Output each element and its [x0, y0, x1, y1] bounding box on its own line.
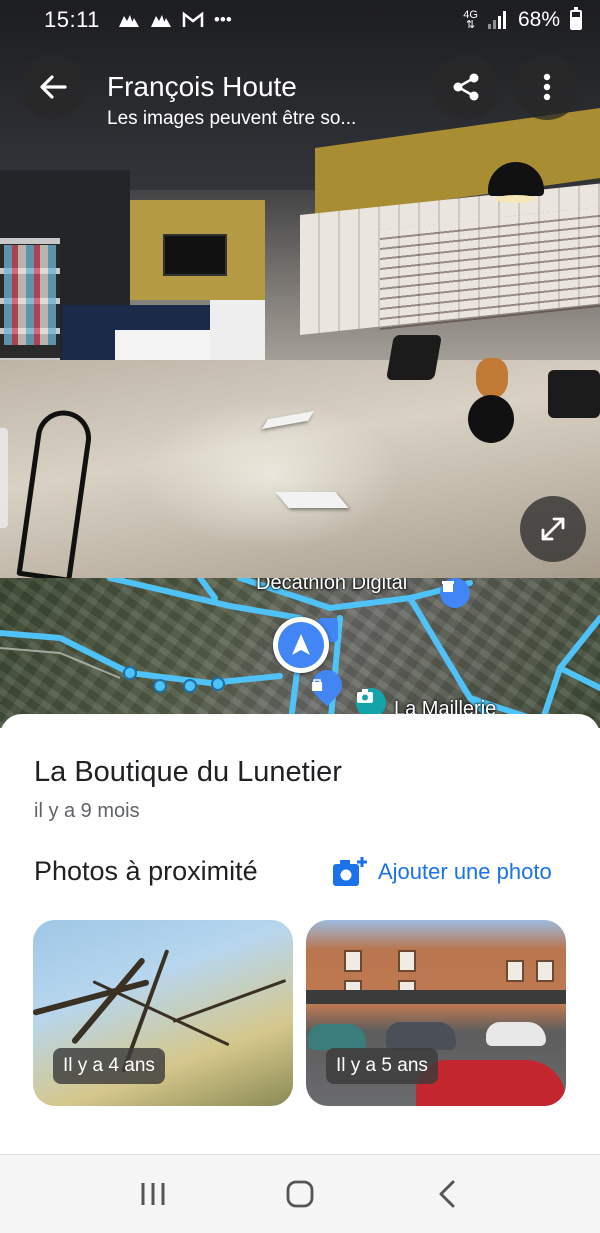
- contributor-name: François Houte: [107, 71, 297, 102]
- map-label-decathlon[interactable]: Decathlon Digital: [256, 578, 407, 595]
- signal-bars-icon: [150, 15, 171, 27]
- parked-car: [486, 1022, 546, 1046]
- fullscreen-button[interactable]: [520, 496, 586, 562]
- status-time: 15:11: [44, 7, 100, 32]
- side-table: [468, 395, 514, 443]
- add-photo-icon: [333, 857, 367, 886]
- side-handle[interactable]: [0, 428, 8, 528]
- building-window: [398, 950, 416, 972]
- parked-car: [308, 1024, 366, 1050]
- shopping-bag-icon: [312, 679, 323, 691]
- status-bar: 15:11 ••• 4G ⇅ 68%: [0, 0, 600, 40]
- header-subtitle: Les images peuvent être so...: [107, 108, 357, 129]
- cell-signal-icon: [487, 11, 508, 29]
- network-label: 4G: [463, 9, 478, 21]
- camera-icon: [357, 689, 373, 703]
- add-photo-label: Ajouter une photo: [378, 859, 552, 884]
- signal-bars-icon: [118, 15, 139, 27]
- building-window: [536, 960, 554, 982]
- chair: [386, 335, 442, 380]
- building-window: [344, 950, 362, 972]
- place-title[interactable]: La Boutique du Lunetier: [34, 756, 342, 789]
- arrow-left-icon: [40, 75, 67, 99]
- recent-apps-button[interactable]: [123, 1164, 183, 1224]
- recent-apps-icon: [141, 1183, 165, 1205]
- nearby-photo-card[interactable]: Il y a 4 ans: [33, 920, 293, 1106]
- photo-age-chip: Il y a 5 ans: [326, 1048, 438, 1084]
- photo-age-chip: Il y a 4 ans: [53, 1048, 165, 1084]
- nearby-photos-heading: Photos à proximité: [34, 856, 258, 886]
- more-vert-icon: [543, 73, 551, 101]
- expand-icon: [541, 517, 565, 541]
- system-navigation-bar: [0, 1154, 600, 1233]
- store-icon: [442, 581, 454, 592]
- status-right: 4G ⇅ 68%: [463, 7, 582, 32]
- parked-car: [386, 1022, 456, 1050]
- add-photo-button[interactable]: Ajouter une photo: [332, 856, 552, 888]
- header: François Houte Les images peuvent être s…: [107, 70, 356, 132]
- wall-tv: [163, 234, 227, 276]
- navigation-arrow-back[interactable]: [275, 492, 349, 508]
- poi-marker[interactable]: [440, 578, 470, 608]
- notification-icons: •••: [118, 10, 232, 30]
- location-pin-inner: [278, 622, 324, 668]
- vase: [476, 358, 508, 398]
- network-type: 4G ⇅: [463, 9, 478, 31]
- tree-branch: [172, 979, 287, 1023]
- back-button[interactable]: [20, 54, 86, 120]
- gmail-icon: [182, 11, 204, 27]
- bottom-sheet: La Boutique du Lunetier il y a 9 mois Ph…: [0, 714, 600, 1154]
- battery-percent: 68%: [517, 8, 560, 31]
- share-button[interactable]: [433, 54, 499, 120]
- shelf-products: [4, 245, 56, 345]
- share-icon: [453, 73, 479, 101]
- system-back-button[interactable]: [417, 1164, 477, 1224]
- chevron-left-icon: [439, 1180, 455, 1208]
- more-dots-icon: •••: [213, 10, 232, 29]
- tree-branch: [92, 980, 230, 1047]
- lamp-glow: [496, 195, 536, 203]
- battery-icon: [570, 7, 582, 30]
- home-icon: [286, 1180, 314, 1208]
- more-options-button[interactable]: [514, 54, 580, 120]
- chair: [548, 370, 600, 418]
- navigation-arrow-icon: [292, 634, 310, 655]
- shop-fronts: [306, 990, 566, 1004]
- home-button[interactable]: [270, 1164, 330, 1224]
- red-car: [416, 1060, 566, 1106]
- building-window: [506, 960, 524, 982]
- current-location-marker[interactable]: [273, 617, 329, 673]
- nearby-photo-card[interactable]: Il y a 5 ans: [306, 920, 566, 1106]
- place-date: il y a 9 mois: [34, 800, 140, 822]
